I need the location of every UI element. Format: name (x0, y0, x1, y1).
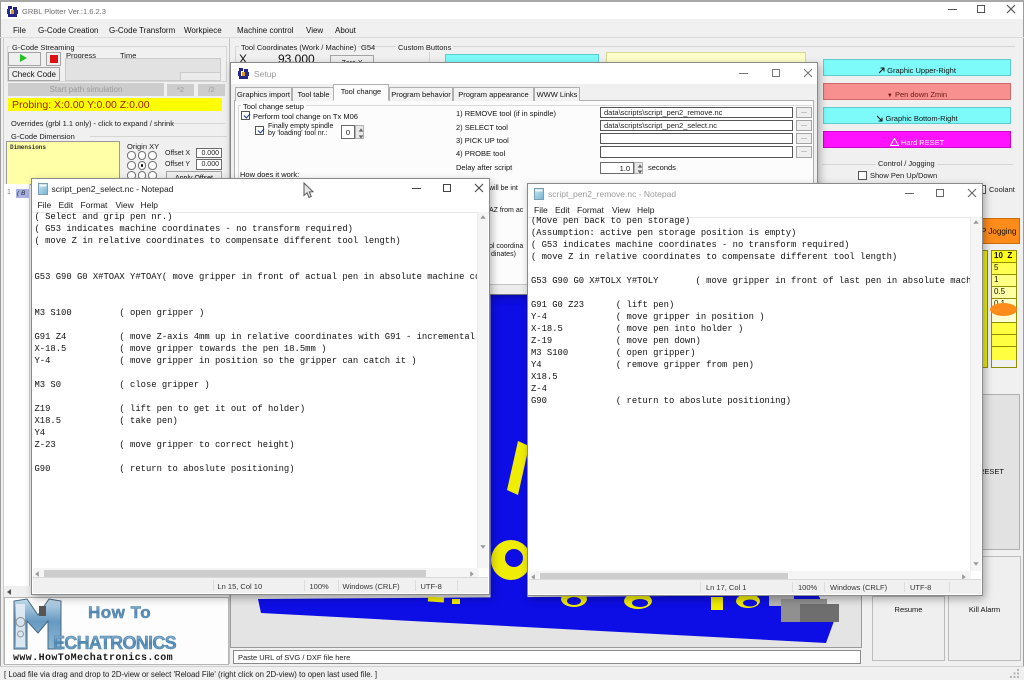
svg-text:How To: How To (88, 603, 151, 622)
svg-text:ECHATRONICS: ECHATRONICS (53, 633, 177, 653)
